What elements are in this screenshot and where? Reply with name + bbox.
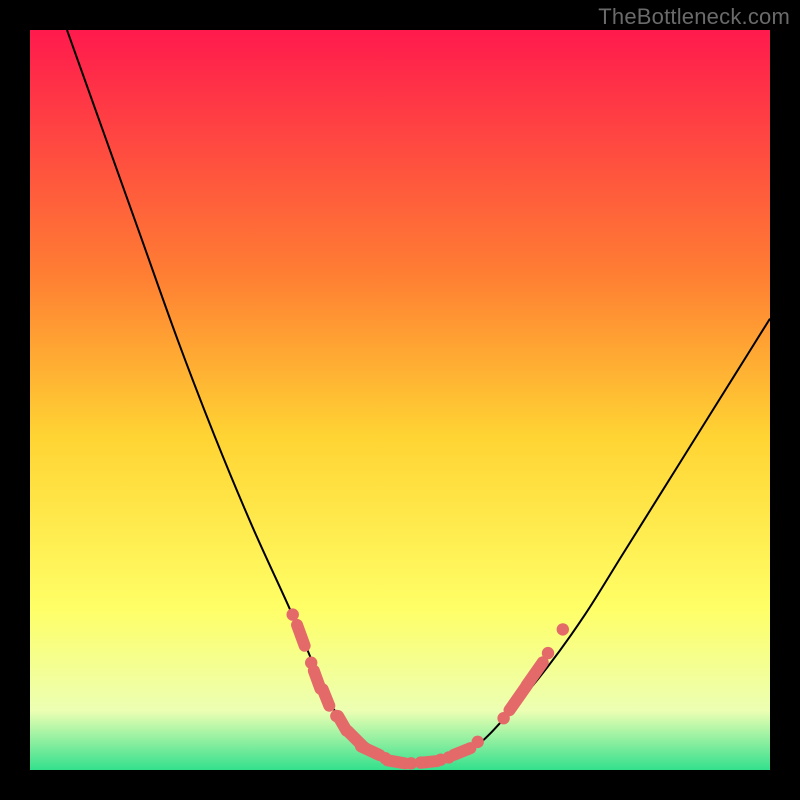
marker-dash: [388, 760, 405, 763]
marker-dash: [297, 625, 305, 646]
marker-dot: [472, 736, 484, 748]
chart-frame: TheBottleneck.com: [0, 0, 800, 800]
plot-area: [30, 30, 770, 770]
gradient-background: [30, 30, 770, 770]
watermark-label: TheBottleneck.com: [598, 4, 790, 30]
marker-dash: [454, 748, 470, 755]
marker-dot: [542, 647, 554, 659]
marker-dot: [557, 623, 569, 635]
marker-dash: [323, 689, 330, 705]
chart-svg: [30, 30, 770, 770]
marker-dash: [361, 746, 380, 755]
